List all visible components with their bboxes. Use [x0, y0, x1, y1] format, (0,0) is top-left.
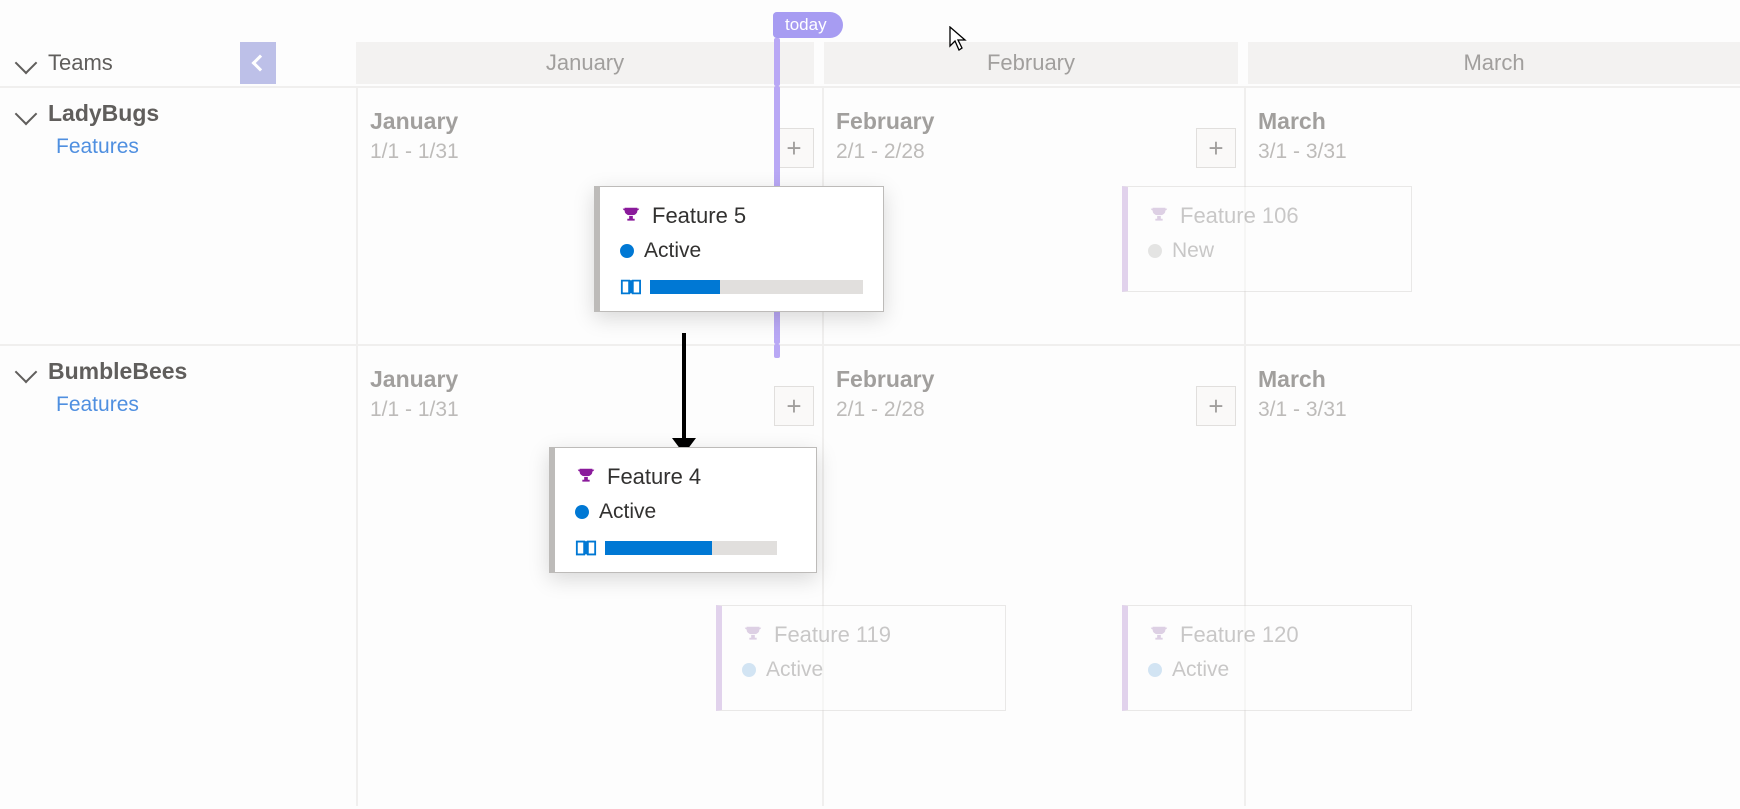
add-item-button[interactable]: + — [1196, 128, 1236, 168]
lane-month-range: 1/1 - 1/31 — [370, 140, 459, 164]
mouse-cursor-icon — [949, 26, 967, 52]
card-title-text: Feature 119 — [774, 622, 891, 648]
chevron-left-icon — [252, 55, 269, 72]
today-line — [774, 38, 780, 86]
progress-fill — [650, 280, 720, 294]
scroll-left-button[interactable] — [240, 42, 276, 84]
dependency-link — [682, 333, 686, 443]
group-category[interactable]: Features — [0, 389, 240, 427]
card-feature-119[interactable]: Feature 119 Active — [716, 605, 1006, 711]
trophy-icon — [1148, 205, 1170, 227]
chevron-down-icon[interactable] — [15, 52, 38, 75]
month-header-february[interactable]: February — [824, 42, 1238, 84]
book-icon — [620, 277, 642, 297]
card-feature-106[interactable]: Feature 106 New — [1122, 186, 1412, 292]
add-item-button[interactable]: + — [774, 128, 814, 168]
status-dot-icon — [1148, 663, 1162, 677]
sidebar-group-bumblebees[interactable]: BumbleBees Features — [0, 344, 240, 724]
card-title-text: Feature 5 — [652, 203, 746, 229]
lane-month-label: February — [836, 366, 934, 393]
card-feature-120[interactable]: Feature 120 Active — [1122, 605, 1412, 711]
lane-month-label: March — [1258, 366, 1326, 393]
card-status-text: Active — [766, 658, 823, 682]
card-status-text: Active — [599, 500, 656, 524]
card-feature-4[interactable]: Feature 4 Active — [549, 447, 817, 573]
card-title-text: Feature 120 — [1180, 622, 1299, 648]
card-status-text: New — [1172, 239, 1214, 263]
chevron-down-icon[interactable] — [15, 360, 38, 383]
lane-month-label: January — [370, 366, 458, 393]
trophy-icon — [742, 624, 764, 646]
card-status-text: Active — [1172, 658, 1229, 682]
status-dot-icon — [620, 244, 634, 258]
lane-month-label: January — [370, 108, 458, 135]
status-dot-icon — [742, 663, 756, 677]
lane-month-range: 1/1 - 1/31 — [370, 398, 459, 422]
group-category[interactable]: Features — [0, 131, 240, 169]
group-label: LadyBugs — [48, 100, 159, 127]
today-line — [774, 344, 780, 358]
trophy-icon — [575, 466, 597, 488]
add-item-button[interactable]: + — [1196, 386, 1236, 426]
month-header-march[interactable]: March — [1248, 42, 1740, 84]
group-label: BumbleBees — [48, 358, 187, 385]
lane-month-range: 2/1 - 2/28 — [836, 398, 925, 422]
month-header-january[interactable]: January — [356, 42, 814, 84]
chevron-down-icon[interactable] — [15, 102, 38, 125]
card-title-text: Feature 106 — [1180, 203, 1299, 229]
lane-month-label: February — [836, 108, 934, 135]
book-icon — [575, 538, 597, 558]
lane-month-label: March — [1258, 108, 1326, 135]
progress-bar — [605, 541, 777, 555]
card-title-text: Feature 4 — [607, 464, 701, 490]
sidebar-group-ladybugs[interactable]: LadyBugs Features — [0, 86, 240, 344]
progress-fill — [605, 541, 712, 555]
trophy-icon — [1148, 624, 1170, 646]
status-dot-icon — [1148, 244, 1162, 258]
group-root-label: Teams — [48, 50, 113, 76]
lane-month-range: 3/1 - 3/31 — [1258, 140, 1347, 164]
card-status-text: Active — [644, 239, 701, 263]
card-feature-5[interactable]: Feature 5 Active — [594, 186, 884, 312]
add-item-button[interactable]: + — [774, 386, 814, 426]
trophy-icon — [620, 205, 642, 227]
today-badge: today — [773, 12, 843, 38]
status-dot-icon — [575, 505, 589, 519]
lane-month-range: 3/1 - 3/31 — [1258, 398, 1347, 422]
progress-bar — [650, 280, 863, 294]
lane-month-range: 2/1 - 2/28 — [836, 140, 925, 164]
